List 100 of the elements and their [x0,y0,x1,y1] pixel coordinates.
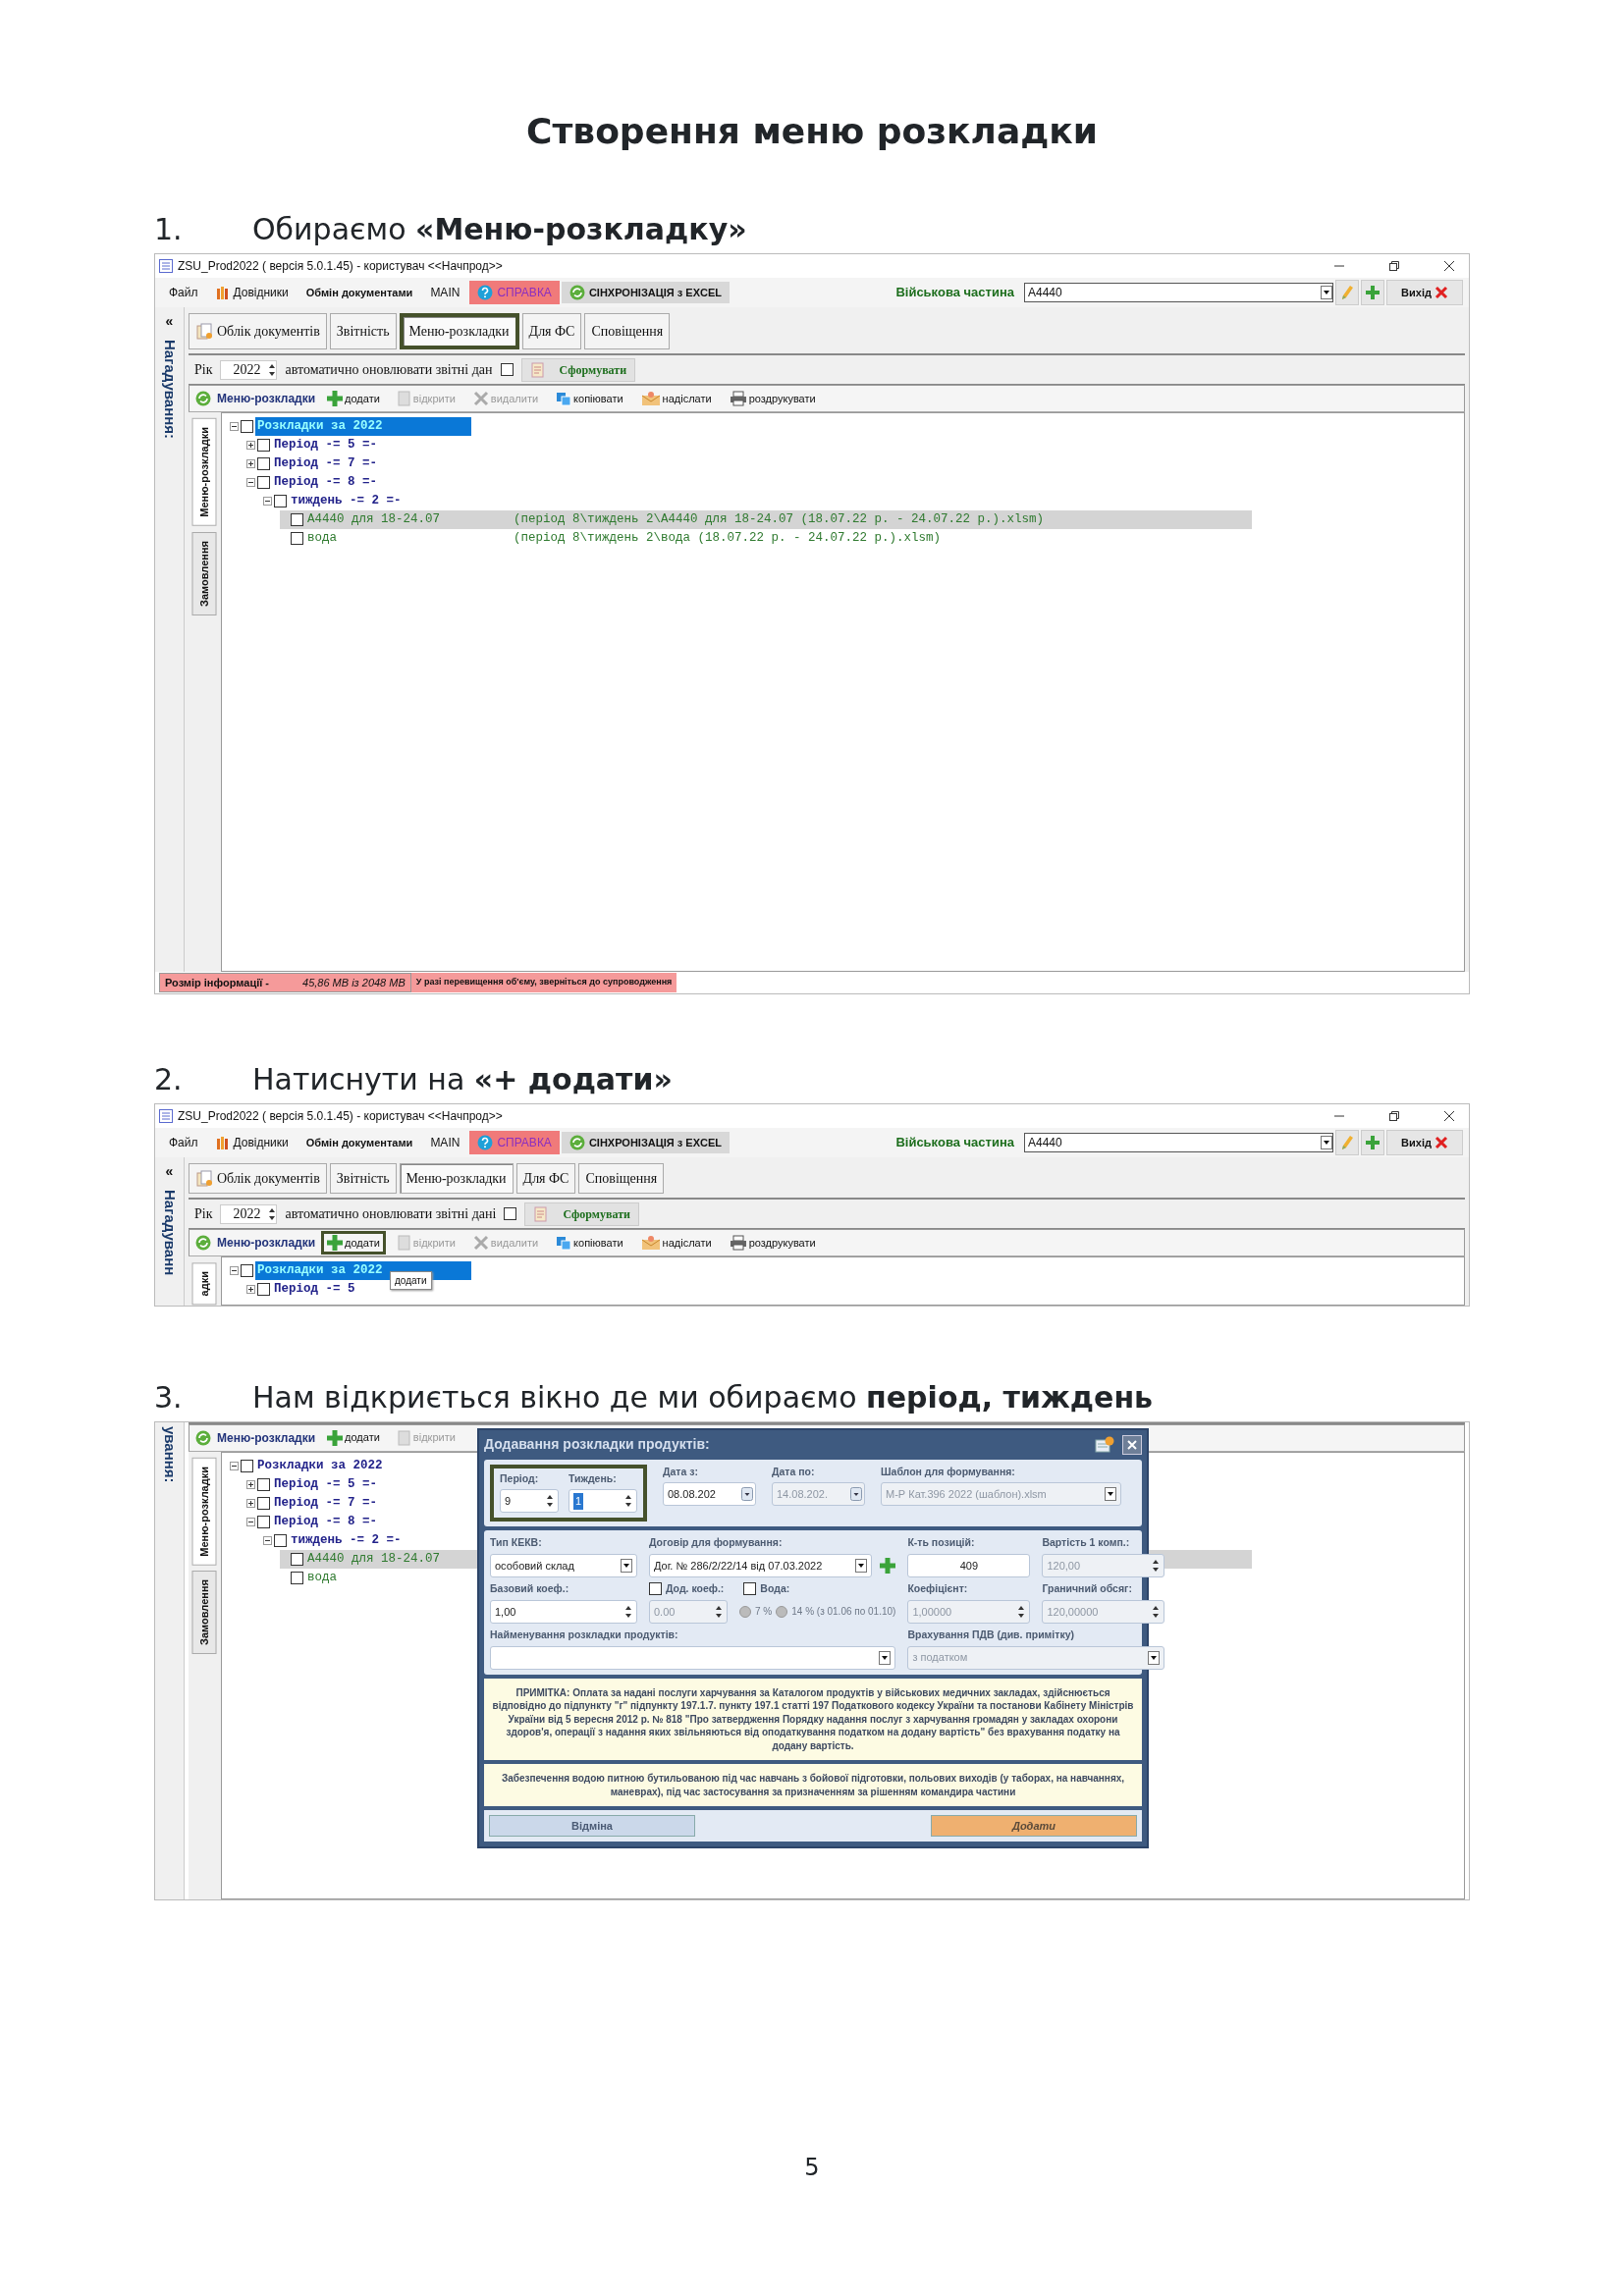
side-tab[interactable]: адки [192,1262,217,1306]
dropdown-field[interactable] [490,1645,896,1670]
checkbox[interactable] [241,1459,253,1472]
expander-icon[interactable] [246,478,255,488]
spin-field[interactable]: 1 [568,1489,637,1514]
menu-item[interactable]: Обмін документами [298,1131,421,1154]
restore-icon[interactable] [1388,260,1400,273]
tab[interactable]: Меню-розкладки [399,1163,514,1195]
menu-item[interactable]: СІНХРОНІЗАЦІЯ з EXCEL [561,1131,730,1154]
menu-item[interactable]: MAIN [422,1131,468,1155]
close-icon[interactable] [1443,260,1455,273]
dropdown-field[interactable]: особовий склад [490,1554,637,1578]
tab[interactable]: Меню-розкладки [399,313,519,350]
year-spinner[interactable]: 2022 [220,1203,278,1224]
year-spinner[interactable]: 2022 [220,359,278,380]
expander-icon[interactable] [246,441,255,451]
restore-icon[interactable] [1388,1110,1400,1123]
date-field[interactable]: 08.08.202 [663,1482,756,1507]
collapse-toggle[interactable]: « [165,311,174,333]
tab[interactable]: Звітність [329,313,397,350]
checkbox[interactable] [257,1496,270,1510]
toolbar-button[interactable]: надіслати [634,1230,718,1255]
checkbox[interactable] [291,513,303,527]
tree-item[interactable]: Період -= 7 =- [272,1493,380,1513]
tree-item[interactable]: Період -= 5 [272,1280,357,1300]
tab[interactable]: Сповіщення [584,313,671,350]
checkbox[interactable] [257,1515,270,1528]
tree-item[interactable]: вода [305,529,512,549]
collapse-toggle[interactable]: « [165,1161,174,1183]
expander-icon[interactable] [230,422,239,432]
checkbox[interactable] [241,1264,253,1278]
checkbox[interactable] [291,1571,303,1584]
close-icon[interactable] [1443,1110,1455,1123]
tree-item[interactable]: Період -= 5 =- [272,1474,380,1494]
expander-icon[interactable] [230,1461,239,1470]
menu-item[interactable]: Файл [161,281,206,305]
checkbox[interactable] [500,363,514,377]
menu-item[interactable]: Довідники [207,1131,297,1155]
tab[interactable]: Облік документів [189,313,327,350]
toolbar-button[interactable]: додати [321,1425,386,1450]
checkbox[interactable] [257,439,270,453]
dropdown-field[interactable]: Дог. № 286/2/22/14 від 07.03.2022 [649,1554,873,1578]
expander-icon[interactable] [246,1479,255,1489]
toolbar-button[interactable]: копіювати [550,1230,629,1255]
side-tab[interactable]: Замовлення [192,531,217,615]
checkbox[interactable] [257,1283,270,1297]
side-tab[interactable]: Меню-розкладки [192,418,217,526]
tree-item[interactable]: Розкладки за 2022 [255,1456,385,1475]
toolbar-button[interactable]: додати [321,1230,386,1255]
menu-item[interactable]: MAIN [422,281,468,305]
checkbox[interactable] [257,457,270,471]
tab[interactable]: Облік документів [189,1163,327,1195]
unit-dropdown[interactable]: А4440 [1024,1133,1333,1153]
expander-icon[interactable] [246,1498,255,1508]
toolbar-button[interactable]: надіслати [634,386,718,411]
checkbox[interactable] [274,495,287,508]
tree-item[interactable]: Період -= 8 =- [272,1512,380,1531]
checkbox[interactable] [274,1533,287,1547]
expander-icon[interactable] [246,1517,255,1526]
number-field[interactable]: 409 [907,1554,1031,1578]
exit-button[interactable]: Вихід [1386,280,1463,306]
add-button[interactable]: Додати [931,1815,1137,1838]
expander-icon[interactable] [246,1285,255,1295]
side-tab[interactable]: Замовлення [192,1571,217,1655]
expander-icon[interactable] [246,459,255,469]
checkbox[interactable] [504,1207,517,1221]
menu-item[interactable]: Файл [161,1131,206,1155]
close-button[interactable] [1122,1434,1142,1455]
tab[interactable]: Сповіщення [578,1163,665,1195]
expander-icon[interactable] [230,1266,239,1276]
tab[interactable]: Для ФС [515,1163,576,1195]
add-button[interactable] [1361,280,1384,306]
menu-item[interactable]: Обмін документами [298,281,421,304]
tab[interactable]: Для ФС [521,313,582,350]
toolbar-button[interactable]: додати [321,386,386,411]
add-button[interactable] [1361,1130,1384,1156]
toolbar-button[interactable]: копіювати [550,386,629,411]
menu-item[interactable]: Довідники [207,281,297,305]
tree-item[interactable]: тиждень -= 2 =- [289,1530,404,1550]
unit-dropdown[interactable]: А4440 [1024,283,1333,303]
toolbar-button[interactable]: роздрукувати [723,386,822,411]
checkbox[interactable] [241,420,253,434]
checkbox[interactable] [257,476,270,490]
checkbox[interactable] [291,532,303,546]
tree-item[interactable]: Період -= 8 =- [272,473,380,493]
tree-item[interactable]: Період -= 7 =- [272,454,380,474]
spin-field[interactable]: 1,00 [490,1599,637,1624]
tree-item[interactable]: А4440 для 18-24.07 [305,510,512,530]
tree-item[interactable]: Період -= 5 =- [272,436,380,455]
cancel-button[interactable]: Відміна [489,1815,695,1838]
tree-item[interactable]: Розкладки за 2022 [255,417,471,437]
spin-field[interactable]: 9 [500,1489,559,1514]
side-tab[interactable]: Меню-розкладки [192,1457,217,1566]
menu-item[interactable]: СІНХРОНІЗАЦІЯ з EXCEL [561,281,730,304]
toolbar-button[interactable]: роздрукувати [723,1230,822,1255]
expander-icon[interactable] [263,497,272,507]
expander-icon[interactable] [263,1535,272,1545]
tree-item[interactable]: тиждень -= 2 =- [289,492,404,511]
checkbox[interactable] [291,1552,303,1566]
tab[interactable]: Звітність [329,1163,397,1195]
